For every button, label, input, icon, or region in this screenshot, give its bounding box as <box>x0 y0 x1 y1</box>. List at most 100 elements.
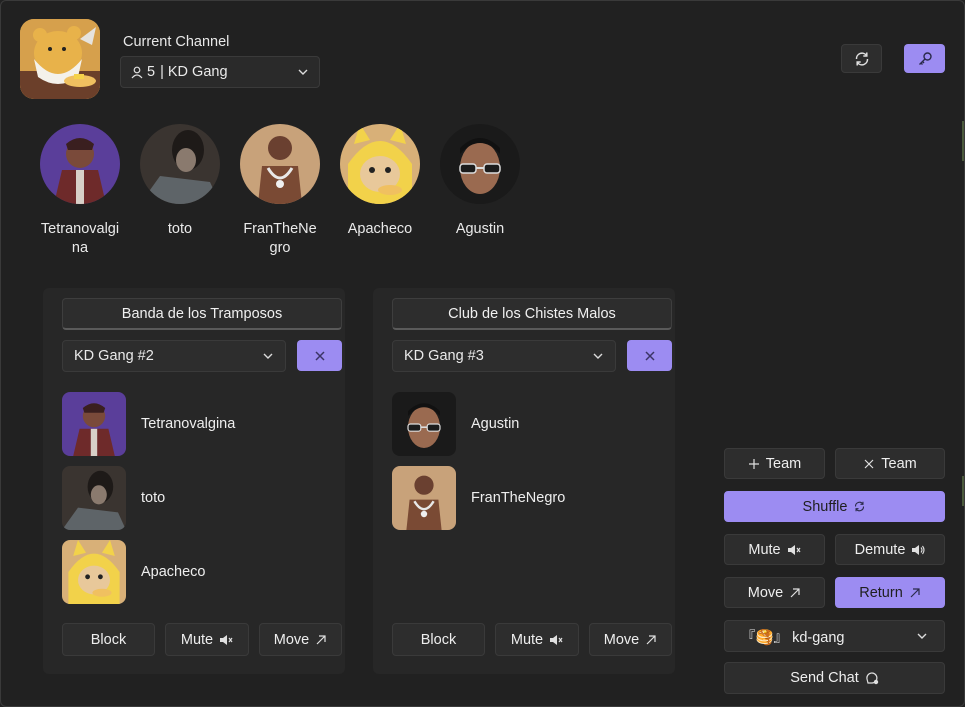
team-channel-select[interactable]: KD Gang #2 <box>62 340 286 372</box>
channel-member-count: 5 <box>147 64 156 80</box>
edge-marker <box>962 476 964 506</box>
team-channel-select[interactable]: KD Gang #3 <box>392 340 616 372</box>
member-name: Tetranovalgina <box>40 221 120 256</box>
key-button[interactable] <box>904 44 945 73</box>
member-apacheco[interactable]: Apacheco <box>340 124 420 239</box>
mute-label: Mute <box>510 631 544 648</box>
member-tetranovalgina[interactable]: Tetranovalgina <box>40 124 120 258</box>
dark-photo-avatar <box>140 124 220 204</box>
member-agustin[interactable]: Agustin <box>440 124 520 239</box>
move-label: Move <box>603 631 640 648</box>
mute-button[interactable]: Mute <box>165 623 249 656</box>
key-icon <box>917 51 933 67</box>
remove-team-button[interactable] <box>297 340 342 371</box>
send-chat-button[interactable]: Send Chat <box>724 662 945 694</box>
block-button[interactable]: Block <box>62 623 155 656</box>
add-team-label: Team <box>765 455 802 472</box>
chain-necklace-avatar <box>392 466 456 530</box>
speaker-muted-icon <box>787 544 801 556</box>
close-icon <box>314 350 326 362</box>
player-name: Apacheco <box>141 564 206 580</box>
refresh-button[interactable] <box>841 44 882 73</box>
edge-marker <box>962 121 964 161</box>
shuffle-button[interactable]: Shuffle <box>724 491 945 522</box>
move-button[interactable]: Move <box>589 623 672 656</box>
app-window: Current Channel 5 | KD Gang Tetranovalgi… <box>0 0 965 707</box>
block-button[interactable]: Block <box>392 623 485 656</box>
arrow-up-right-icon <box>645 634 657 646</box>
demute-all-label: Demute <box>854 541 906 558</box>
channel-select[interactable]: 5 | KD Gang <box>120 56 320 88</box>
speaker-muted-icon <box>219 634 233 646</box>
pikachu-cat-avatar <box>340 124 420 204</box>
chevron-down-icon <box>592 350 604 362</box>
team-player-row[interactable]: FranTheNegro <box>392 466 672 530</box>
team-panel-2: Club de los Chistes Malos KD Gang #3 Agu… <box>373 288 675 674</box>
player-name: Agustin <box>471 416 520 432</box>
chevron-down-icon <box>916 630 928 642</box>
pikachu-cat-avatar <box>62 540 126 604</box>
current-channel-label: Current Channel <box>123 34 230 50</box>
move-label: Move <box>273 631 310 648</box>
player-name: Tetranovalgina <box>141 416 236 432</box>
sunglasses-avatar <box>440 124 520 204</box>
member-name: Apacheco <box>347 221 413 237</box>
move-all-button[interactable]: Move <box>724 577 825 608</box>
team-player-row[interactable]: toto <box>62 466 342 530</box>
close-icon <box>863 458 875 470</box>
move-all-label: Move <box>747 584 784 601</box>
team-panel-1: Banda de los Tramposos KD Gang #2 Tetran… <box>43 288 345 674</box>
team-channel-value: KD Gang #2 <box>74 348 154 364</box>
demute-all-button[interactable]: Demute <box>835 534 945 565</box>
chevron-down-icon <box>262 350 274 362</box>
chevron-down-icon <box>297 66 309 78</box>
return-label: Return <box>859 584 903 601</box>
player-name: toto <box>141 490 166 506</box>
chat-bubble-icon <box>865 671 879 685</box>
chain-necklace-avatar <box>240 124 320 204</box>
arrow-up-right-icon <box>315 634 327 646</box>
arrow-up-right-icon <box>909 587 921 599</box>
move-button[interactable]: Move <box>259 623 342 656</box>
mute-label: Mute <box>180 631 214 648</box>
refresh-icon <box>853 500 866 513</box>
team-channel-value: KD Gang #3 <box>404 348 484 364</box>
remove-team-label: Team <box>881 455 917 472</box>
arrow-up-right-icon <box>789 587 801 599</box>
block-label: Block <box>90 631 127 648</box>
mute-all-label: Mute <box>748 541 781 558</box>
team-name-field[interactable]: Club de los Chistes Malos <box>392 298 672 330</box>
sunglasses-avatar <box>392 392 456 456</box>
return-button[interactable]: Return <box>835 577 945 608</box>
hooded-person-avatar <box>40 124 120 204</box>
server-icon <box>20 19 100 99</box>
remove-team-global-button[interactable]: Team <box>835 448 945 479</box>
team-player-row[interactable]: Agustin <box>392 392 672 456</box>
text-channel-value: 『🥞』 kd-gang <box>741 629 845 646</box>
mute-all-button[interactable]: Mute <box>724 534 825 565</box>
speaker-icon <box>911 544 925 556</box>
member-toto[interactable]: toto <box>140 124 220 239</box>
team-player-row[interactable]: Apacheco <box>62 540 342 604</box>
team-name-field[interactable]: Banda de los Tramposos <box>62 298 342 330</box>
add-team-button[interactable]: Team <box>724 448 825 479</box>
send-chat-label: Send Chat <box>790 670 859 686</box>
refresh-icon <box>853 50 871 68</box>
hooded-person-avatar <box>62 392 126 456</box>
text-channel-select[interactable]: 『🥞』 kd-gang <box>724 620 945 652</box>
remove-team-button[interactable] <box>627 340 672 371</box>
shuffle-label: Shuffle <box>802 498 848 515</box>
dark-photo-avatar <box>62 466 126 530</box>
team-player-row[interactable]: Tetranovalgina <box>62 392 342 456</box>
user-icon <box>131 66 143 79</box>
mute-button[interactable]: Mute <box>495 623 579 656</box>
member-name: FranTheNegro <box>243 221 317 256</box>
plus-icon <box>748 458 760 470</box>
close-icon <box>644 350 656 362</box>
player-name: FranTheNegro <box>471 490 566 506</box>
channel-name: | KD Gang <box>160 64 228 80</box>
member-name: Agustin <box>455 221 505 237</box>
member-name: toto <box>167 221 193 237</box>
speaker-muted-icon <box>549 634 563 646</box>
member-franthenegro[interactable]: FranTheNegro <box>240 124 320 258</box>
